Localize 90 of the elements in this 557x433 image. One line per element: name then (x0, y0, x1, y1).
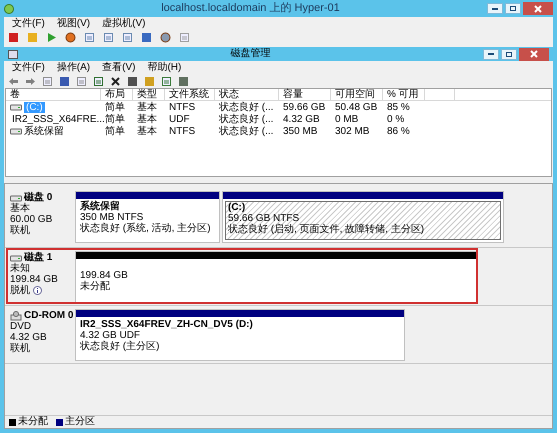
forward-icon[interactable] (25, 76, 36, 86)
disk-info: 未知 (10, 263, 30, 274)
table-cell: 简单 (105, 102, 125, 112)
partition-title: 系统保留 (80, 201, 121, 212)
drive-icon (10, 194, 22, 202)
column-header[interactable]: 状态 (215, 89, 279, 100)
partition-block[interactable]: (C:) 59.66 GB NTFS 状态良好 (启动, 页面文件, 故障转储, 主分区) (222, 191, 504, 243)
maximize-button[interactable] (505, 3, 521, 14)
legend-label: 主分区 (65, 417, 95, 427)
drive-icon (10, 103, 22, 111)
close-button[interactable] (523, 2, 553, 15)
partition-info: 未分配 (80, 280, 111, 292)
disk-name[interactable]: 磁盘 0 (24, 192, 52, 203)
volume-name[interactable]: IR2_SSS_X64FRE... (12, 114, 105, 124)
partition-title: IR2_SSS_X64FREV_ZH-CN_DV5 (D:) (80, 319, 254, 330)
play-icon[interactable] (46, 32, 57, 42)
menu-item[interactable]: 文件(F) (12, 62, 45, 72)
close-icon (534, 4, 542, 12)
table-cell: 简单 (105, 114, 125, 124)
partition-info: 350 MB NTFS (80, 212, 144, 223)
table-cell: 4.32 GB (283, 114, 320, 124)
app-icon (4, 4, 14, 14)
close-button[interactable] (519, 48, 549, 60)
column-header[interactable]: 容量 (279, 89, 331, 100)
back-icon[interactable] (8, 76, 19, 86)
disk-info: 199.84 GB (10, 274, 58, 285)
table-cell: 302 MB (335, 126, 370, 136)
volume-name[interactable]: 系统保留 (24, 126, 64, 136)
column-header[interactable]: 类型 (133, 89, 165, 100)
table-cell: 状态良好 (... (219, 126, 274, 136)
partition-info: 状态良好 (系统, 活动, 主分区) (80, 223, 212, 234)
stop-icon[interactable] (8, 32, 19, 42)
legend-label: 未分配 (18, 417, 48, 427)
disk-info: 联机 (10, 225, 30, 236)
table-cell: UDF (169, 114, 190, 124)
column-header[interactable]: 文件系统 (165, 89, 215, 100)
table-cell: 0 MB (335, 114, 358, 124)
column-header[interactable]: 可用空间 (331, 89, 383, 100)
partition-info: 199.84 GB (80, 270, 129, 280)
close-icon (530, 50, 538, 58)
column-header[interactable]: 布局 (101, 89, 133, 100)
partition-info: 4.32 GB UDF (80, 330, 142, 341)
menu-item[interactable]: 操作(A) (56, 62, 90, 72)
partition-block[interactable]: 199.84 GB 未分配 (75, 251, 477, 303)
table-cell: 基本 (137, 126, 157, 136)
disk-name[interactable]: 磁盘 1 (24, 252, 52, 263)
disk-info: 联机 (10, 343, 30, 354)
partition-block[interactable]: 系统保留 350 MB NTFS 状态良好 (系统, 活动, 主分区) (75, 191, 220, 243)
menu-item[interactable]: 视图(V) (56, 18, 90, 28)
table-cell: 基本 (137, 102, 157, 112)
column-header[interactable]: 卷 (6, 89, 101, 100)
menu-item[interactable]: 虚拟机(V) (102, 18, 146, 28)
drive-icon (10, 127, 22, 135)
menu-item[interactable]: 查看(V) (102, 62, 136, 72)
table-cell: 85 % (387, 102, 410, 112)
table-cell: 50.48 GB (335, 102, 378, 112)
table-cell: 86 % (387, 126, 410, 136)
minimize-button[interactable] (483, 48, 499, 60)
panel-title: 磁盘管理 (230, 49, 272, 59)
cd-drive-icon (10, 310, 22, 320)
disk-info: 4.32 GB (10, 332, 47, 343)
drive-icon (10, 254, 22, 262)
table-cell: 简单 (105, 126, 125, 136)
table-cell: 0 % (387, 114, 404, 124)
minimize-button[interactable] (487, 3, 503, 14)
partition-title: (C:) (228, 202, 246, 213)
partition-info: 59.66 GB NTFS (228, 213, 300, 224)
partition-info: 状态良好 (主分区) (80, 341, 160, 352)
partition-info: 状态良好 (启动, 页面文件, 故障转储, 主分区) (228, 224, 426, 235)
window-title: localhost.localdomain 上的 Hyper-01 (160, 3, 341, 14)
table-cell: 状态良好 (... (219, 114, 274, 124)
column-header[interactable]: % 可用 (383, 89, 425, 100)
menu-item[interactable]: 文件(F) (12, 18, 45, 28)
menu-item[interactable]: 帮助(H) (147, 62, 182, 72)
table-cell: 350 MB (283, 126, 318, 136)
disk-info: 60.00 GB (10, 214, 52, 225)
disk-info: 基本 (10, 203, 30, 214)
table-cell: NTFS (169, 102, 196, 112)
table-cell: 基本 (137, 114, 157, 124)
info-icon[interactable] (33, 286, 42, 295)
restore-button[interactable] (501, 48, 517, 60)
disk-info: DVD (10, 321, 32, 332)
table-cell: NTFS (169, 126, 196, 136)
disk-name[interactable]: CD-ROM 0 (24, 310, 74, 321)
delete-icon[interactable] (110, 76, 121, 86)
partition-block[interactable]: IR2_SSS_X64FREV_ZH-CN_DV5 (D:) 4.32 GB UDF 状态良好 (主分区) (75, 309, 405, 361)
document-icon[interactable] (122, 32, 133, 42)
table-cell: 状态良好 (... (219, 102, 274, 112)
table-cell: 59.66 GB (283, 102, 326, 112)
disk-info: 脱机 (10, 285, 30, 296)
